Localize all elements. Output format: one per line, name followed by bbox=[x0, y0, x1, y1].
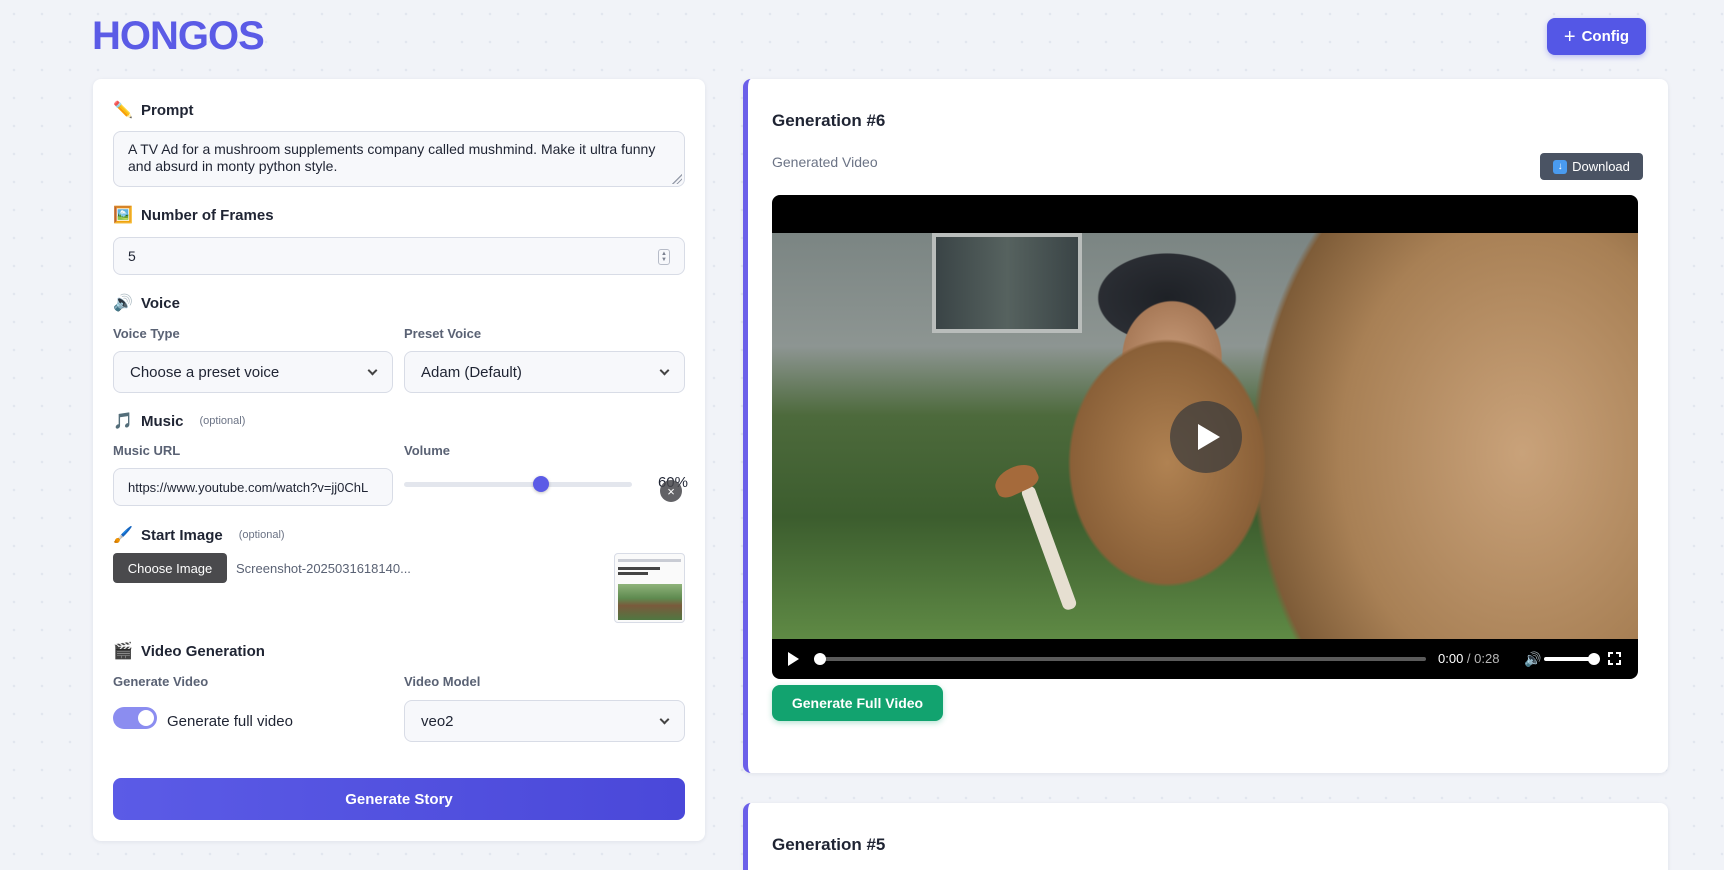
video-time: 0:00 / 0:28 bbox=[1438, 651, 1499, 666]
play-overlay-icon[interactable] bbox=[1170, 401, 1242, 473]
generate-full-video-label: Generate full video bbox=[167, 713, 293, 730]
stepper-icon[interactable]: ▲ ▼ bbox=[658, 249, 670, 265]
chevron-down-icon bbox=[659, 714, 670, 724]
time-current: 0:00 bbox=[1438, 651, 1464, 666]
prompt-text: A TV Ad for a mushroom supplements compa… bbox=[128, 141, 656, 174]
generation-title: Generation #5 bbox=[772, 835, 886, 854]
music-note-icon: 🎵 bbox=[113, 413, 133, 430]
prompt-title: Prompt bbox=[141, 101, 194, 119]
music-url-input[interactable]: https://www.youtube.com/watch?v=jj0ChL bbox=[113, 468, 393, 506]
voice-type-label: Voice Type bbox=[113, 326, 180, 341]
generation-card-6: Generation #6 Generated Video ↓ Download… bbox=[743, 79, 1668, 773]
brush-icon: 🖌️ bbox=[113, 527, 133, 544]
time-total: 0:28 bbox=[1474, 651, 1500, 666]
music-url-label: Music URL bbox=[113, 443, 181, 458]
video-model-value: veo2 bbox=[421, 712, 454, 730]
frames-value: 5 bbox=[128, 248, 136, 264]
video-model-select[interactable]: veo2 bbox=[404, 700, 685, 742]
chevron-down-icon bbox=[367, 365, 378, 375]
voice-section-title: 🔊 Voice bbox=[113, 293, 180, 313]
volume-slider-thumb[interactable] bbox=[532, 476, 549, 492]
chevron-down-icon bbox=[659, 365, 670, 375]
remove-image-icon[interactable]: × bbox=[660, 480, 682, 502]
video-volume-thumb[interactable] bbox=[1588, 653, 1600, 665]
video-model-label: Video Model bbox=[404, 674, 481, 689]
preset-voice-value: Adam (Default) bbox=[421, 363, 522, 381]
generation-title: Generation #6 bbox=[772, 111, 886, 130]
volume-slider[interactable] bbox=[404, 476, 632, 492]
start-image-thumbnail bbox=[614, 553, 685, 623]
frames-section-title: 🖼️ Number of Frames bbox=[113, 205, 274, 225]
prompt-section-title: ✏️ Prompt bbox=[113, 100, 194, 120]
generated-video-label: Generated Video bbox=[772, 154, 878, 170]
video-controls: 0:00 / 0:28 🔊 bbox=[772, 639, 1638, 679]
config-button[interactable]: + Config bbox=[1547, 18, 1646, 55]
app-logo: HONGOS bbox=[92, 14, 265, 58]
video-volume-slider[interactable] bbox=[1544, 653, 1600, 665]
picture-icon: 🖼️ bbox=[113, 207, 133, 224]
toggle-knob bbox=[138, 710, 154, 726]
resize-handle-icon[interactable] bbox=[672, 174, 682, 184]
play-icon[interactable] bbox=[788, 652, 799, 666]
choose-image-button[interactable]: Choose Image bbox=[113, 553, 227, 583]
pencil-icon: ✏️ bbox=[113, 102, 133, 119]
selected-file-name: Screenshot-2025031618140... bbox=[236, 561, 411, 576]
music-url-value: https://www.youtube.com/watch?v=jj0ChL bbox=[128, 479, 369, 495]
voice-type-select[interactable]: Choose a preset voice bbox=[113, 351, 393, 393]
clapperboard-icon: 🎬 bbox=[113, 643, 133, 660]
volume-icon[interactable]: 🔊 bbox=[1524, 651, 1541, 668]
video-player[interactable]: 0:00 / 0:28 🔊 bbox=[772, 195, 1638, 679]
plus-icon: + bbox=[1563, 25, 1576, 48]
generate-full-video-button[interactable]: Generate Full Video bbox=[772, 685, 943, 721]
download-label: Download bbox=[1572, 159, 1630, 174]
download-icon: ↓ bbox=[1553, 159, 1568, 174]
generate-full-video-toggle[interactable] bbox=[113, 707, 157, 729]
fullscreen-icon[interactable] bbox=[1607, 651, 1622, 666]
video-generation-title: Video Generation bbox=[141, 642, 265, 660]
generate-story-button[interactable]: Generate Story bbox=[113, 778, 685, 820]
story-form-panel: ✏️ Prompt A TV Ad for a mushroom supplem… bbox=[93, 79, 705, 841]
voice-type-value: Choose a preset voice bbox=[130, 363, 280, 381]
video-generation-section-title: 🎬 Video Generation bbox=[113, 641, 265, 661]
generate-video-label: Generate Video bbox=[113, 674, 209, 689]
speaker-icon: 🔊 bbox=[113, 295, 133, 312]
frames-title: Number of Frames bbox=[141, 206, 274, 224]
start-image-optional-tag: (optional) bbox=[238, 529, 285, 541]
frames-number-input[interactable]: 5 ▲ ▼ bbox=[113, 237, 685, 275]
config-button-label: Config bbox=[1581, 28, 1630, 45]
generation-card-5: Generation #5 bbox=[743, 803, 1668, 870]
download-button[interactable]: ↓ Download bbox=[1540, 153, 1643, 180]
voice-title: Voice bbox=[141, 294, 180, 312]
volume-label: Volume bbox=[404, 443, 450, 458]
video-progress-bar[interactable] bbox=[814, 653, 1426, 665]
time-separator: / bbox=[1463, 651, 1475, 666]
music-title: Music bbox=[141, 412, 184, 430]
music-section-title: 🎵 Music (optional) bbox=[113, 411, 245, 431]
music-optional-tag: (optional) bbox=[199, 415, 246, 427]
progress-thumb[interactable] bbox=[814, 653, 826, 665]
start-image-title: Start Image bbox=[141, 526, 223, 544]
start-image-section-title: 🖌️ Start Image (optional) bbox=[113, 525, 285, 545]
preset-voice-select[interactable]: Adam (Default) bbox=[404, 351, 685, 393]
preset-voice-label: Preset Voice bbox=[404, 326, 482, 341]
prompt-textarea[interactable]: A TV Ad for a mushroom supplements compa… bbox=[113, 131, 685, 187]
